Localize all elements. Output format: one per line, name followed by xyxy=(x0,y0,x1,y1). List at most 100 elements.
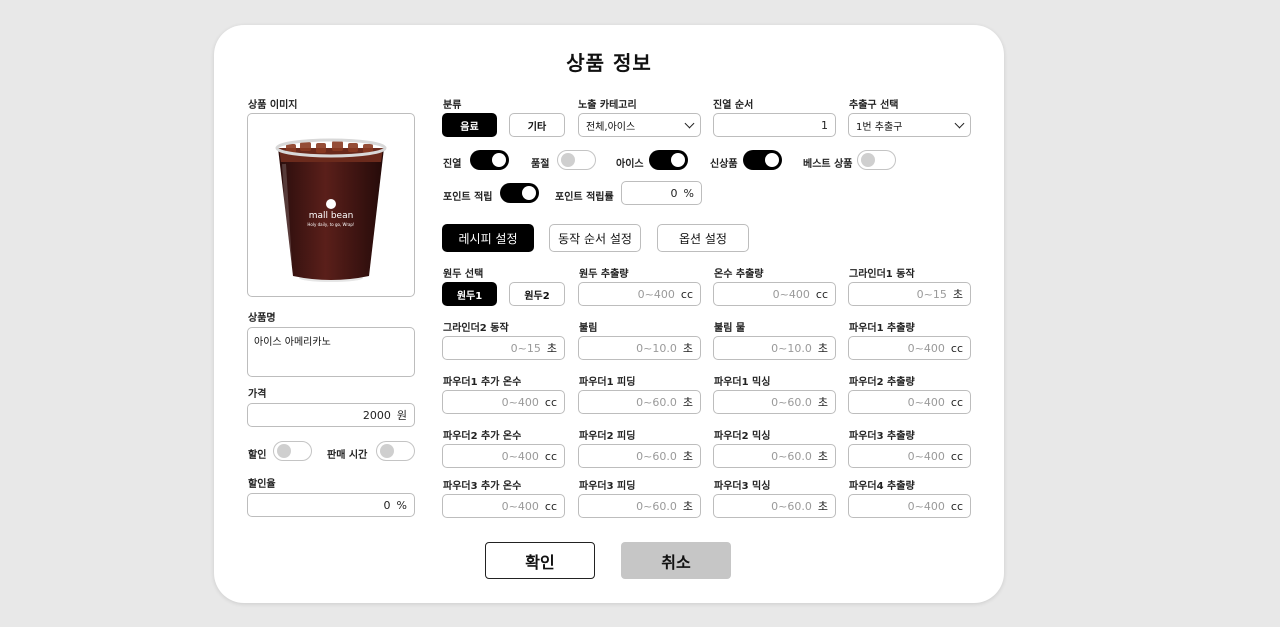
point-rate-field[interactable]: 0 % xyxy=(621,181,702,205)
recipe-field-label: 그라인더2 동작 xyxy=(443,323,509,334)
category-option-drink[interactable]: 음료 xyxy=(442,113,497,137)
display-order-field[interactable]: 1 xyxy=(713,113,836,137)
recipe-field-unit: 초 xyxy=(682,500,693,513)
tab-recipe[interactable]: 레시피 설정 xyxy=(442,224,534,252)
category-label: 분류 xyxy=(443,100,462,111)
ice-toggle-label: 아이스 xyxy=(616,159,644,170)
sale-time-toggle[interactable] xyxy=(376,441,415,461)
cancel-button[interactable]: 취소 xyxy=(621,542,731,579)
recipe-field-placeholder: 0~60.0 xyxy=(636,499,677,513)
recipe-field-label: 파우더1 추가 온수 xyxy=(443,377,522,388)
chevron-down-icon xyxy=(684,118,695,128)
soldout-toggle[interactable] xyxy=(557,150,596,170)
product-name-field[interactable]: 아이스 아메리카노 xyxy=(247,327,415,377)
expose-category-select[interactable]: 전체,아이스 xyxy=(578,113,701,137)
cup-tagline-text: Holy daily, to go, Wrap! xyxy=(307,222,354,227)
recipe-field-input[interactable]: 0~15 초 xyxy=(442,336,565,360)
recipe-field-input[interactable]: 0~400 cc xyxy=(848,494,971,518)
recipe-field-input[interactable]: 0~10.0 초 xyxy=(713,336,836,360)
product-image-box[interactable]: mall bean Holy daily, to go, Wrap! xyxy=(247,113,415,297)
confirm-button[interactable]: 확인 xyxy=(485,542,595,579)
recipe-field-unit: 초 xyxy=(546,342,557,355)
ice-toggle[interactable] xyxy=(649,150,688,170)
recipe-field-input[interactable]: 0~400 cc xyxy=(442,390,565,414)
bean-option-1[interactable]: 원두1 xyxy=(442,282,497,306)
image-label: 상품 이미지 xyxy=(248,100,298,111)
recipe-field-input[interactable]: 0~400 cc xyxy=(442,444,565,468)
recipe-field-unit: 초 xyxy=(682,396,693,409)
bean-select-label: 원두 선택 xyxy=(443,269,484,280)
display-toggle[interactable] xyxy=(470,150,509,170)
recipe-field-unit: cc xyxy=(815,287,828,301)
price-unit: 원 xyxy=(396,409,407,422)
recipe-field-placeholder: 0~60.0 xyxy=(771,395,812,409)
recipe-field-unit: cc xyxy=(950,341,963,355)
recipe-field-input[interactable]: 0~60.0 초 xyxy=(578,494,701,518)
product-name-value: 아이스 아메리카노 xyxy=(254,337,331,348)
new-toggle[interactable] xyxy=(743,150,782,170)
recipe-field-input[interactable]: 0~10.0 초 xyxy=(578,336,701,360)
recipe-field-placeholder: 0~400 xyxy=(772,287,810,301)
category-option-etc[interactable]: 기타 xyxy=(509,113,565,137)
recipe-field-placeholder: 0~400 xyxy=(907,395,945,409)
recipe-field-label: 파우더3 피딩 xyxy=(579,481,636,492)
recipe-field-placeholder: 0~10.0 xyxy=(636,341,677,355)
recipe-field-placeholder: 0~15 xyxy=(510,341,541,355)
recipe-field-input[interactable]: 0~400 cc xyxy=(713,282,836,306)
recipe-field-placeholder: 0~400 xyxy=(501,499,539,513)
product-info-modal: 상품 정보 상품 이미지 mall bean Holy daily, to go… xyxy=(214,25,1004,603)
chevron-down-icon xyxy=(954,118,965,128)
dispenser-label: 추출구 선택 xyxy=(849,100,899,111)
recipe-field-input[interactable]: 0~400 cc xyxy=(578,282,701,306)
recipe-field-placeholder: 0~15 xyxy=(916,287,947,301)
recipe-field-unit: cc xyxy=(544,449,557,463)
recipe-field-unit: 초 xyxy=(817,450,828,463)
tab-action-order[interactable]: 동작 순서 설정 xyxy=(549,224,641,252)
recipe-field-input[interactable]: 0~60.0 초 xyxy=(578,390,701,414)
recipe-field-input[interactable]: 0~60.0 초 xyxy=(713,494,836,518)
recipe-field-input[interactable]: 0~60.0 초 xyxy=(713,444,836,468)
recipe-field-input[interactable]: 0~60.0 초 xyxy=(578,444,701,468)
recipe-field-unit: cc xyxy=(950,449,963,463)
sale-time-label: 판매 시간 xyxy=(327,450,368,461)
recipe-field-placeholder: 0~400 xyxy=(501,449,539,463)
recipe-field-label: 원두 추출량 xyxy=(579,269,629,280)
point-rate-label: 포인트 적립률 xyxy=(555,192,614,203)
recipe-field-placeholder: 0~60.0 xyxy=(771,449,812,463)
recipe-field-label: 파우더1 피딩 xyxy=(579,377,636,388)
recipe-field-label: 파우더1 믹싱 xyxy=(714,377,771,388)
recipe-field-placeholder: 0~60.0 xyxy=(771,499,812,513)
coffee-cup-image: mall bean Holy daily, to go, Wrap! xyxy=(275,138,387,282)
expose-category-value: 전체,아이스 xyxy=(586,121,636,133)
recipe-field-placeholder: 0~60.0 xyxy=(636,449,677,463)
recipe-field-unit: 초 xyxy=(952,288,963,301)
recipe-field-input[interactable]: 0~60.0 초 xyxy=(713,390,836,414)
best-toggle[interactable] xyxy=(857,150,896,170)
recipe-field-input[interactable]: 0~400 cc xyxy=(848,390,971,414)
recipe-field-label: 파우더2 추가 온수 xyxy=(443,431,522,442)
recipe-field-input[interactable]: 0~400 cc xyxy=(442,494,565,518)
recipe-field-input[interactable]: 0~400 cc xyxy=(848,336,971,360)
display-toggle-label: 진열 xyxy=(443,159,462,170)
discount-rate-field[interactable]: 0 % xyxy=(247,493,415,517)
recipe-field-input[interactable]: 0~400 cc xyxy=(848,444,971,468)
expose-category-label: 노출 카테고리 xyxy=(578,100,637,111)
bean-option-2[interactable]: 원두2 xyxy=(509,282,565,306)
recipe-field-unit: 초 xyxy=(817,342,828,355)
discount-rate-value: 0 xyxy=(383,498,391,512)
recipe-field-unit: 초 xyxy=(682,450,693,463)
point-toggle[interactable] xyxy=(500,183,539,203)
recipe-field-label: 불림 xyxy=(579,323,598,334)
recipe-field-label: 파우더2 피딩 xyxy=(579,431,636,442)
dispenser-select[interactable]: 1번 추출구 xyxy=(848,113,971,137)
best-toggle-label: 베스트 상품 xyxy=(803,159,853,170)
recipe-field-input[interactable]: 0~15 초 xyxy=(848,282,971,306)
discount-toggle[interactable] xyxy=(273,441,312,461)
recipe-field-placeholder: 0~400 xyxy=(907,449,945,463)
point-rate-value: 0 xyxy=(670,186,678,200)
price-field[interactable]: 2000 원 xyxy=(247,403,415,427)
recipe-field-unit: cc xyxy=(950,395,963,409)
price-value: 2000 xyxy=(362,408,391,422)
dispenser-value: 1번 추출구 xyxy=(856,121,903,133)
tab-options[interactable]: 옵션 설정 xyxy=(657,224,749,252)
